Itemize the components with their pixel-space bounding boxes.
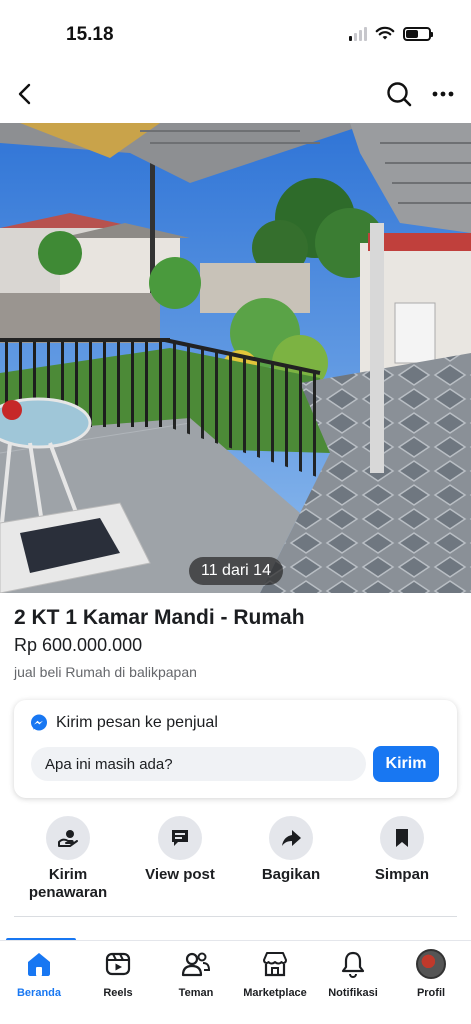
save-label: Simpan bbox=[374, 866, 430, 883]
message-seller-title: Kirim pesan ke penjual bbox=[56, 714, 218, 731]
tab-home-label: Beranda bbox=[16, 987, 62, 999]
tab-marketplace-label: Marketplace bbox=[243, 987, 307, 999]
make-offer-label: Kirim penawaran bbox=[28, 866, 108, 901]
search-icon[interactable] bbox=[385, 80, 413, 108]
messenger-icon bbox=[31, 714, 47, 731]
photo-counter: 11 dari 14 bbox=[189, 557, 283, 585]
tab-marketplace[interactable]: Marketplace bbox=[236, 949, 314, 999]
share-button[interactable]: Bagikan bbox=[236, 816, 346, 884]
battery-icon bbox=[403, 26, 433, 41]
save-button[interactable]: Simpan bbox=[347, 816, 457, 884]
home-icon bbox=[28, 953, 50, 976]
more-horizontal-icon[interactable] bbox=[429, 80, 457, 108]
listing-actions: Kirim penawaran View post Bagikan Simpan bbox=[0, 816, 471, 906]
view-post-button[interactable]: View post bbox=[125, 816, 235, 884]
marketplace-icon bbox=[263, 952, 287, 977]
send-button[interactable]: Kirim bbox=[373, 746, 439, 782]
listing-price: Rp 600.000.000 bbox=[14, 635, 143, 655]
tab-home[interactable]: Beranda bbox=[0, 949, 78, 999]
chevron-left-icon[interactable] bbox=[12, 80, 40, 108]
tab-friends[interactable]: Teman bbox=[157, 949, 235, 999]
bottom-tab-bar: Beranda Reels Teman Marketplace Notifika… bbox=[0, 940, 471, 1024]
tab-reels-label: Reels bbox=[103, 987, 133, 999]
status-bar: 15.18 bbox=[0, 0, 471, 64]
offer-hand-icon bbox=[58, 830, 78, 847]
bell-icon bbox=[341, 951, 365, 979]
listing-category[interactable]: jual beli Rumah di balikpapan bbox=[14, 664, 197, 680]
divider bbox=[14, 916, 457, 917]
message-seller-card: Kirim pesan ke penjual Kirim bbox=[14, 700, 457, 798]
status-icons bbox=[349, 26, 433, 41]
tab-notifications-label: Notifikasi bbox=[328, 987, 378, 999]
listing-photo-image bbox=[0, 123, 471, 593]
top-nav-bar bbox=[0, 72, 471, 118]
signal-icon bbox=[349, 26, 367, 41]
message-input[interactable] bbox=[31, 747, 366, 781]
avatar bbox=[416, 949, 446, 979]
post-icon bbox=[172, 830, 188, 846]
listing-title: 2 KT 1 Kamar Mandi - Rumah bbox=[14, 606, 305, 629]
listing-photo[interactable] bbox=[0, 123, 471, 593]
reels-icon bbox=[105, 952, 131, 976]
tab-profile-label: Profil bbox=[416, 987, 446, 999]
wifi-icon bbox=[375, 26, 395, 40]
tab-notifications[interactable]: Notifikasi bbox=[314, 949, 392, 999]
friends-icon bbox=[181, 952, 211, 977]
tab-reels[interactable]: Reels bbox=[79, 949, 157, 999]
share-label: Bagikan bbox=[261, 866, 321, 883]
status-time: 15.18 bbox=[66, 24, 114, 45]
tab-friends-label: Teman bbox=[178, 987, 214, 999]
bookmark-icon bbox=[396, 829, 408, 847]
share-arrow-icon bbox=[282, 830, 301, 846]
message-seller-header: Kirim pesan ke penjual bbox=[30, 714, 218, 732]
view-post-label: View post bbox=[145, 866, 215, 883]
tab-profile[interactable]: Profil bbox=[392, 949, 470, 999]
make-offer-button[interactable]: Kirim penawaran bbox=[13, 816, 123, 902]
